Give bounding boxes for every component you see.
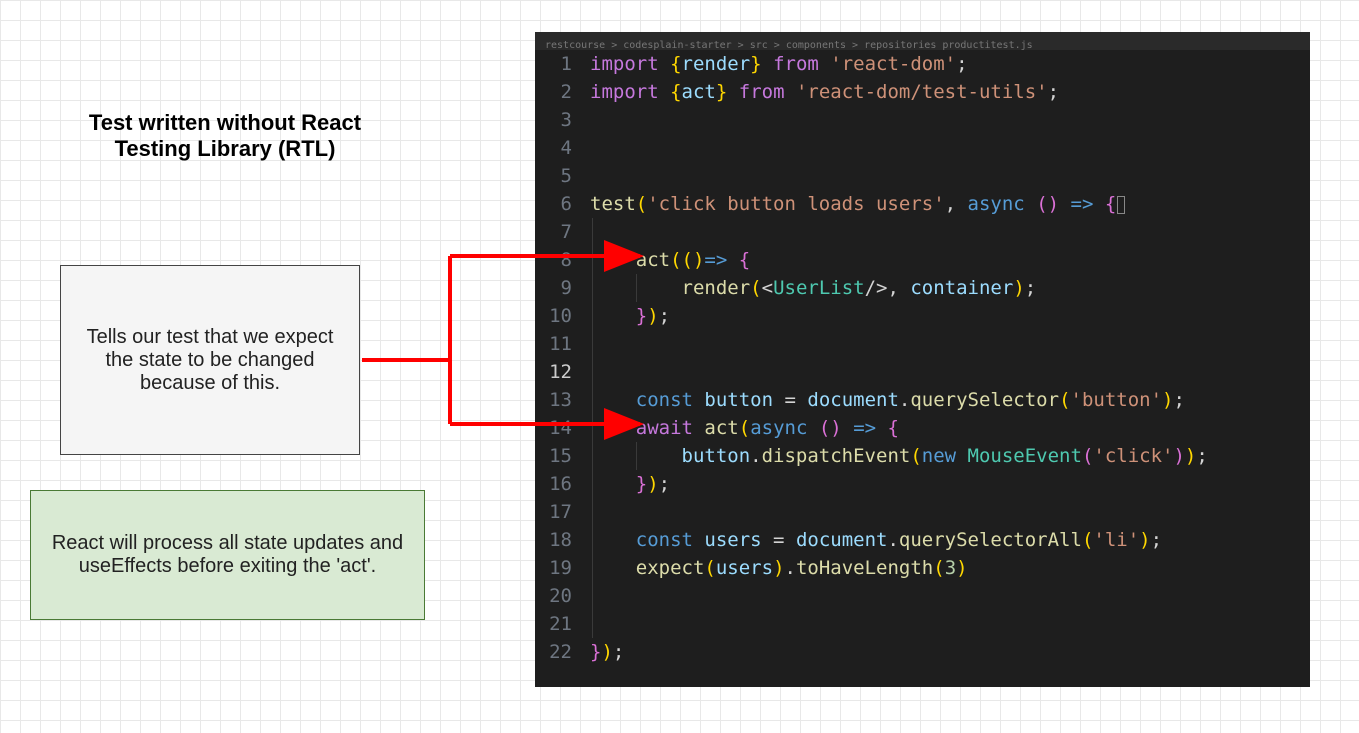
line-content xyxy=(590,162,1310,190)
line-number: 15 xyxy=(535,442,590,470)
code-line[interactable]: 13 const button = document.querySelector… xyxy=(535,386,1310,414)
code-line[interactable]: 15 button.dispatchEvent(new MouseEvent('… xyxy=(535,442,1310,470)
line-number: 6 xyxy=(535,190,590,218)
line-number: 16 xyxy=(535,470,590,498)
explanation-box-state-processing: React will process all state updates and… xyxy=(30,490,425,620)
line-number: 21 xyxy=(535,610,590,638)
code-line[interactable]: 7 xyxy=(535,218,1310,246)
code-line[interactable]: 5 xyxy=(535,162,1310,190)
line-number: 17 xyxy=(535,498,590,526)
line-content: import {act} from 'react-dom/test-utils'… xyxy=(590,78,1310,106)
code-line[interactable]: 6test('click button loads users', async … xyxy=(535,190,1310,218)
code-line[interactable]: 10 }); xyxy=(535,302,1310,330)
code-editor: restcourse > codesplain-starter > src > … xyxy=(535,32,1310,687)
editor-breadcrumb: restcourse > codesplain-starter > src > … xyxy=(535,32,1310,50)
line-number: 1 xyxy=(535,50,590,78)
code-line[interactable]: 3 xyxy=(535,106,1310,134)
line-number: 12 xyxy=(535,358,590,386)
line-number: 9 xyxy=(535,274,590,302)
line-number: 22 xyxy=(535,638,590,666)
line-content xyxy=(590,582,1310,610)
code-line[interactable]: 12 xyxy=(535,358,1310,386)
line-number: 10 xyxy=(535,302,590,330)
line-content: button.dispatchEvent(new MouseEvent('cli… xyxy=(590,442,1310,470)
line-content: import {render} from 'react-dom'; xyxy=(590,50,1310,78)
line-number: 2 xyxy=(535,78,590,106)
line-number: 14 xyxy=(535,414,590,442)
explanation-box-state-change: Tells our test that we expect the state … xyxy=(60,265,360,455)
line-number: 11 xyxy=(535,330,590,358)
code-line[interactable]: 18 const users = document.querySelectorA… xyxy=(535,526,1310,554)
line-content: act(()=> { xyxy=(590,246,1310,274)
line-content: }); xyxy=(590,302,1310,330)
line-content: test('click button loads users', async (… xyxy=(590,190,1310,218)
code-line[interactable]: 4 xyxy=(535,134,1310,162)
line-content: render(<UserList/>, container); xyxy=(590,274,1310,302)
code-body: 1import {render} from 'react-dom';2impor… xyxy=(535,50,1310,666)
code-line[interactable]: 17 xyxy=(535,498,1310,526)
line-number: 19 xyxy=(535,554,590,582)
code-line[interactable]: 21 xyxy=(535,610,1310,638)
code-line[interactable]: 14 await act(async () => { xyxy=(535,414,1310,442)
line-content: }); xyxy=(590,470,1310,498)
line-number: 18 xyxy=(535,526,590,554)
line-content: }); xyxy=(590,638,1310,666)
code-line[interactable]: 22}); xyxy=(535,638,1310,666)
line-number: 8 xyxy=(535,246,590,274)
line-number: 13 xyxy=(535,386,590,414)
line-number: 5 xyxy=(535,162,590,190)
line-content: expect(users).toHaveLength(3) xyxy=(590,554,1310,582)
line-content xyxy=(590,498,1310,526)
line-content xyxy=(590,134,1310,162)
line-number: 7 xyxy=(535,218,590,246)
line-content xyxy=(590,218,1310,246)
code-line[interactable]: 11 xyxy=(535,330,1310,358)
code-line[interactable]: 9 render(<UserList/>, container); xyxy=(535,274,1310,302)
line-content: await act(async () => { xyxy=(590,414,1310,442)
line-number: 4 xyxy=(535,134,590,162)
code-line[interactable]: 8 act(()=> { xyxy=(535,246,1310,274)
code-line[interactable]: 19 expect(users).toHaveLength(3) xyxy=(535,554,1310,582)
line-content xyxy=(590,330,1310,358)
diagram-title: Test written without React Testing Libra… xyxy=(50,110,400,162)
line-content xyxy=(590,610,1310,638)
code-line[interactable]: 20 xyxy=(535,582,1310,610)
code-line[interactable]: 16 }); xyxy=(535,470,1310,498)
line-content: const users = document.querySelectorAll(… xyxy=(590,526,1310,554)
line-content xyxy=(590,106,1310,134)
code-line[interactable]: 1import {render} from 'react-dom'; xyxy=(535,50,1310,78)
code-line[interactable]: 2import {act} from 'react-dom/test-utils… xyxy=(535,78,1310,106)
line-number: 3 xyxy=(535,106,590,134)
line-content: const button = document.querySelector('b… xyxy=(590,386,1310,414)
line-content xyxy=(590,358,1310,386)
bracket-match-box xyxy=(1117,196,1125,214)
line-number: 20 xyxy=(535,582,590,610)
